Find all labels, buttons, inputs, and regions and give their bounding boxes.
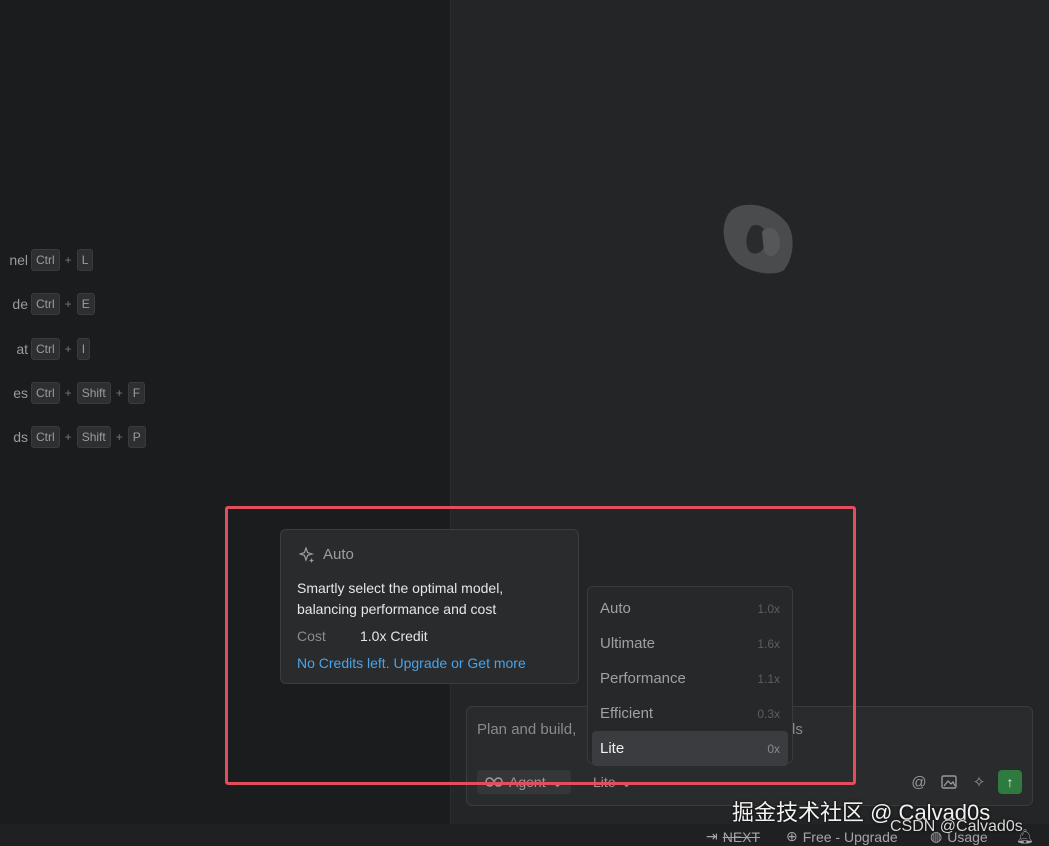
status-next[interactable]: ⇥ NEXT	[706, 828, 760, 845]
send-button[interactable]: ↑	[998, 770, 1022, 794]
shortcut-row: nel Ctrl + L	[0, 248, 94, 272]
chat-toolbar: @ ✧ ↑	[908, 770, 1022, 794]
next-label: NEXT	[722, 828, 761, 845]
status-plan[interactable]: ⊕ Free - Upgrade	[786, 828, 898, 845]
shortcut-label: ds	[13, 429, 28, 445]
model-option-name: Ultimate	[600, 635, 656, 652]
editor-welcome-pane: nel Ctrl + L de Ctrl + E at Ctrl + I es Ctrl + S…	[0, 0, 450, 824]
model-option-name: Lite	[600, 740, 625, 757]
shortcut-label: at	[16, 341, 28, 357]
shortcut-row: ds Ctrl + Shift + P	[0, 425, 146, 449]
key-cap: Ctrl	[31, 338, 60, 360]
upgrade-circle-icon: ⊕	[786, 828, 798, 844]
shortcut-row: de Ctrl + E	[0, 292, 95, 316]
key-cap: E	[76, 293, 95, 315]
model-option-multiplier: 1.6x	[757, 636, 780, 651]
model-option-ultimate[interactable]: Ultimate 1.6x	[592, 626, 788, 661]
model-select-button[interactable]: Lite ⌄	[593, 770, 632, 794]
shortcut-row: at Ctrl + I	[0, 337, 91, 361]
tab-arrow-icon: ⇥	[706, 828, 718, 844]
key-cap: Ctrl	[31, 426, 60, 448]
model-info-tooltip: Auto Smartly select the optimal model, b…	[280, 529, 579, 684]
model-option-efficient[interactable]: Efficient 0.3x	[592, 696, 788, 731]
sparkle-star-icon	[299, 546, 314, 563]
model-option-lite[interactable]: Lite 0x	[592, 731, 788, 766]
model-option-multiplier: 1.1x	[757, 671, 780, 686]
chevron-down-icon: ⌄	[620, 773, 633, 790]
model-dropdown: Auto 1.0x Ultimate 1.6x Performance 1.1x…	[587, 586, 793, 766]
model-select-label: Lite	[593, 774, 616, 790]
tooltip-header: Auto	[299, 546, 354, 563]
agent-mode-button[interactable]: Agent ⌄	[477, 770, 572, 794]
model-option-performance[interactable]: Performance 1.1x	[592, 661, 788, 696]
cost-value: 1.0x Credit	[360, 628, 428, 644]
key-cap: Shift	[76, 426, 111, 448]
key-cap: Ctrl	[31, 382, 60, 404]
model-option-auto[interactable]: Auto 1.0x	[592, 591, 788, 626]
upgrade-link[interactable]: No Credits left. Upgrade or Get more	[297, 655, 526, 671]
sparkle-icon[interactable]: ✧	[968, 771, 990, 793]
key-cap: Ctrl	[31, 249, 60, 271]
key-cap: I	[76, 338, 91, 360]
tooltip-description: Smartly select the optimal model, balanc…	[297, 580, 504, 617]
model-option-name: Auto	[600, 600, 631, 617]
key-cap: Ctrl	[31, 293, 60, 315]
model-option-multiplier: 0.3x	[757, 706, 780, 721]
image-icon[interactable]	[938, 771, 960, 793]
key-cap: Shift	[76, 382, 111, 404]
shortcut-label: es	[13, 385, 28, 401]
plan-label: Free - Upgrade	[802, 828, 898, 845]
model-option-name: Performance	[600, 670, 686, 687]
tooltip-title: Auto	[323, 546, 354, 563]
mention-icon[interactable]: @	[908, 771, 930, 793]
key-cap: L	[76, 249, 94, 271]
model-option-name: Efficient	[600, 705, 654, 722]
app-logo-icon	[723, 204, 793, 274]
model-option-multiplier: 0x	[767, 741, 780, 756]
key-cap: F	[127, 382, 146, 404]
watermark-secondary: CSDN @Calvad0s	[890, 818, 1023, 835]
infinity-icon	[485, 777, 503, 787]
shortcut-row: es Ctrl + Shift + F	[0, 381, 146, 405]
key-cap: P	[127, 426, 146, 448]
chat-input-placeholder[interactable]: Plan and build,	[477, 721, 576, 738]
agent-mode-label: Agent	[509, 774, 546, 790]
model-option-multiplier: 1.0x	[757, 601, 780, 616]
cost-label: Cost	[297, 628, 326, 644]
chevron-down-icon: ⌄	[551, 773, 564, 790]
shortcut-label: nel	[9, 252, 28, 268]
shortcut-label: de	[12, 296, 28, 312]
